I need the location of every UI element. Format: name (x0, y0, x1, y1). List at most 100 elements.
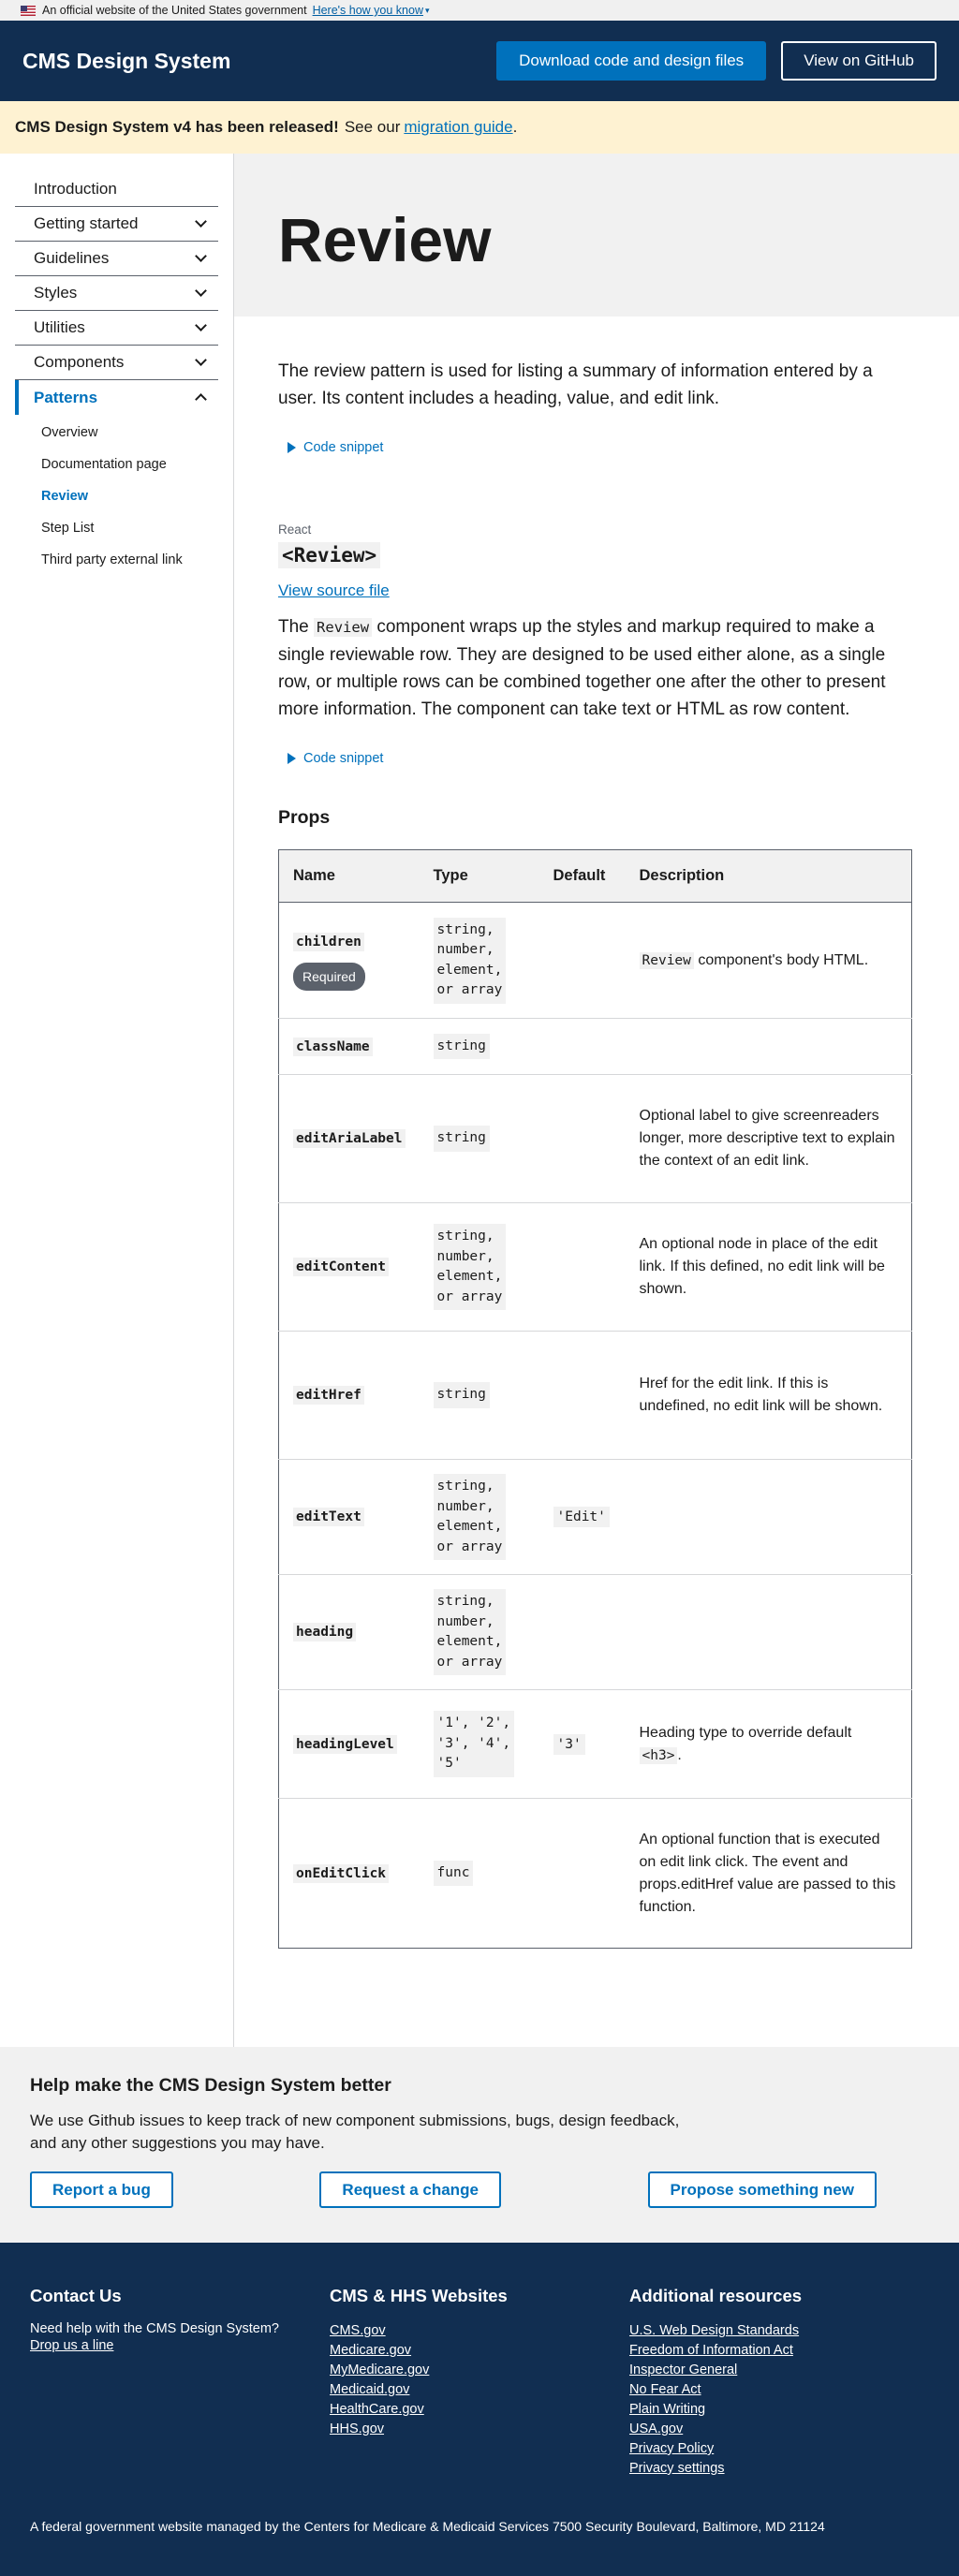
desc-code: Review (639, 951, 694, 969)
chevron-down-icon[interactable]: ▾ (425, 6, 430, 16)
footer-link-no-fear-act[interactable]: No Fear Act (629, 2380, 929, 2400)
prop-description: An optional function that is executed on… (639, 1831, 896, 1915)
propose-new-button[interactable]: Propose something new (647, 2171, 877, 2208)
page-hero: Review (234, 154, 959, 316)
prop-default-cell (539, 1799, 626, 1949)
prop-type-cell: string, number, element, or array (419, 902, 539, 1019)
subnav-item-overview[interactable]: Overview (15, 417, 218, 449)
sidebar-item-guidelines[interactable]: Guidelines (15, 242, 218, 276)
prop-name: headingLevel (293, 1734, 397, 1754)
prop-name-cell: heading (278, 1574, 420, 1690)
subnav-item-documentation-page[interactable]: Documentation page (15, 449, 218, 480)
component-description: The Review component wraps up the styles… (278, 613, 906, 723)
sidebar-item-label: Guidelines (34, 249, 110, 267)
prop-description: component's body HTML. (693, 951, 869, 968)
column-header: Type (419, 849, 539, 903)
table-row: children Required string, number, element… (278, 902, 912, 1019)
download-button[interactable]: Download code and design files (496, 41, 767, 81)
prop-name: editText (293, 1508, 364, 1526)
prop-description: Heading type to override default (639, 1724, 852, 1741)
props-heading: Props (278, 807, 331, 828)
prop-name-cell: className (278, 1018, 420, 1075)
request-change-button[interactable]: Request a change (319, 2171, 501, 2208)
contact-text: Need help with the CMS Design System? (30, 2321, 279, 2336)
prop-description-cell: Href for the edit link. If this is undef… (625, 1331, 912, 1460)
prop-default: '3' (553, 1733, 585, 1755)
table-row: headingLevel '1', '2', '3', '4', '5' '3'… (278, 1689, 912, 1799)
prop-description-cell: Optional label to give screenreaders lon… (625, 1074, 912, 1203)
footer-link-inspector-general[interactable]: Inspector General (629, 2361, 929, 2380)
sites-title: CMS & HHS Websites (330, 2286, 508, 2305)
footer-link-mymedicare[interactable]: MyMedicare.gov (330, 2361, 629, 2380)
footer-link-medicaid[interactable]: Medicaid.gov (330, 2380, 629, 2400)
table-row: onEditClick func An optional function th… (279, 1799, 912, 1949)
table-row: className string (278, 1018, 912, 1075)
banner-text: An official website of the United States… (42, 4, 307, 17)
sidebar-item-components[interactable]: Components (15, 346, 218, 380)
sidebar-item-label: Introduction (34, 180, 117, 198)
table-row: editContent string, number, element, or … (278, 1202, 912, 1332)
prop-type: '1', '2', '3', '4', '5' (433, 1711, 515, 1777)
prop-description-cell (625, 1018, 912, 1075)
footer-link-uswds[interactable]: U.S. Web Design Standards (629, 2321, 929, 2341)
required-badge: Required (293, 962, 365, 991)
footer-link-cms[interactable]: CMS.gov (330, 2321, 629, 2341)
prop-name-cell: editHref (278, 1331, 420, 1460)
prop-name: editContent (293, 1258, 390, 1276)
footer-link-medicare[interactable]: Medicare.gov (330, 2341, 629, 2361)
footer-link-usa-gov[interactable]: USA.gov (629, 2420, 929, 2439)
component-name: <Review> (278, 542, 381, 568)
view-source-link[interactable]: View source file (278, 581, 914, 600)
prop-type: string, number, element, or array (433, 1589, 507, 1675)
site-footer: Contact Us Need help with the CMS Design… (0, 2243, 959, 2576)
report-bug-button[interactable]: Report a bug (30, 2171, 173, 2208)
site-title[interactable]: CMS Design System (22, 49, 230, 74)
sidebar-item-introduction[interactable]: Introduction (15, 172, 218, 207)
resources-column: Additional resources U.S. Web Design Sta… (629, 2286, 929, 2479)
footer-link-hhs[interactable]: HHS.gov (330, 2420, 629, 2439)
table-row: editAriaLabel string Optional label to g… (278, 1074, 912, 1203)
drop-us-a-line-link[interactable]: Drop us a line (30, 2336, 330, 2356)
prop-type: string (433, 1033, 490, 1060)
subnav-item-third-party-link[interactable]: Third party external link (15, 544, 218, 576)
prop-name: children (293, 932, 364, 951)
prop-type: string (433, 1382, 490, 1408)
prop-default-cell (539, 1202, 626, 1332)
chevron-down-icon (195, 215, 207, 228)
page-title: Review (278, 205, 492, 274)
prop-type-cell: func (420, 1799, 539, 1949)
subnav-item-review[interactable]: Review (15, 480, 218, 512)
footer-link-plain-writing[interactable]: Plain Writing (629, 2400, 929, 2420)
code-snippet-toggle[interactable]: Code snippet (278, 440, 914, 455)
footer-link-foia[interactable]: Freedom of Information Act (629, 2341, 929, 2361)
footer-link-privacy-settings[interactable]: Privacy settings (629, 2459, 929, 2479)
code-snippet-toggle[interactable]: Code snippet (278, 751, 914, 766)
patterns-subnav: Overview Documentation page Review Step … (15, 415, 218, 576)
prop-default-cell (539, 902, 626, 1019)
subnav-item-step-list[interactable]: Step List (15, 512, 218, 544)
alert-period: . (512, 118, 518, 136)
props-table: Name Type Default Description children Re… (278, 849, 912, 1949)
resources-title: Additional resources (629, 2286, 803, 2305)
prop-default-cell: 'Edit' (539, 1459, 626, 1575)
contact-title: Contact Us (30, 2286, 122, 2305)
heres-how-you-know-link[interactable]: Here's how you know (313, 4, 423, 17)
sidebar-item-getting-started[interactable]: Getting started (15, 207, 218, 242)
sidebar-item-label: Styles (34, 284, 78, 302)
column-header: Description (625, 849, 912, 903)
sidebar-item-utilities[interactable]: Utilities (15, 311, 218, 346)
github-button[interactable]: View on GitHub (781, 41, 937, 81)
sidebar-item-styles[interactable]: Styles (15, 276, 218, 311)
alert-heading: CMS Design System v4 has been released! (15, 118, 339, 136)
footer-link-privacy-policy[interactable]: Privacy Policy (629, 2439, 929, 2459)
prop-description-cell (625, 1459, 912, 1575)
chevron-up-icon (195, 393, 207, 405)
sidebar-item-patterns[interactable]: Patterns (15, 380, 218, 415)
migration-guide-link[interactable]: migration guide (404, 118, 512, 137)
prop-description-cell: An optional function that is executed on… (626, 1799, 912, 1949)
sidebar-item-label: Components (34, 353, 125, 371)
prop-description-cell (625, 1574, 912, 1690)
prop-type-cell: string (419, 1074, 539, 1203)
prop-type: string, number, element, or array (433, 1224, 507, 1310)
footer-link-healthcare[interactable]: HealthCare.gov (330, 2400, 629, 2420)
